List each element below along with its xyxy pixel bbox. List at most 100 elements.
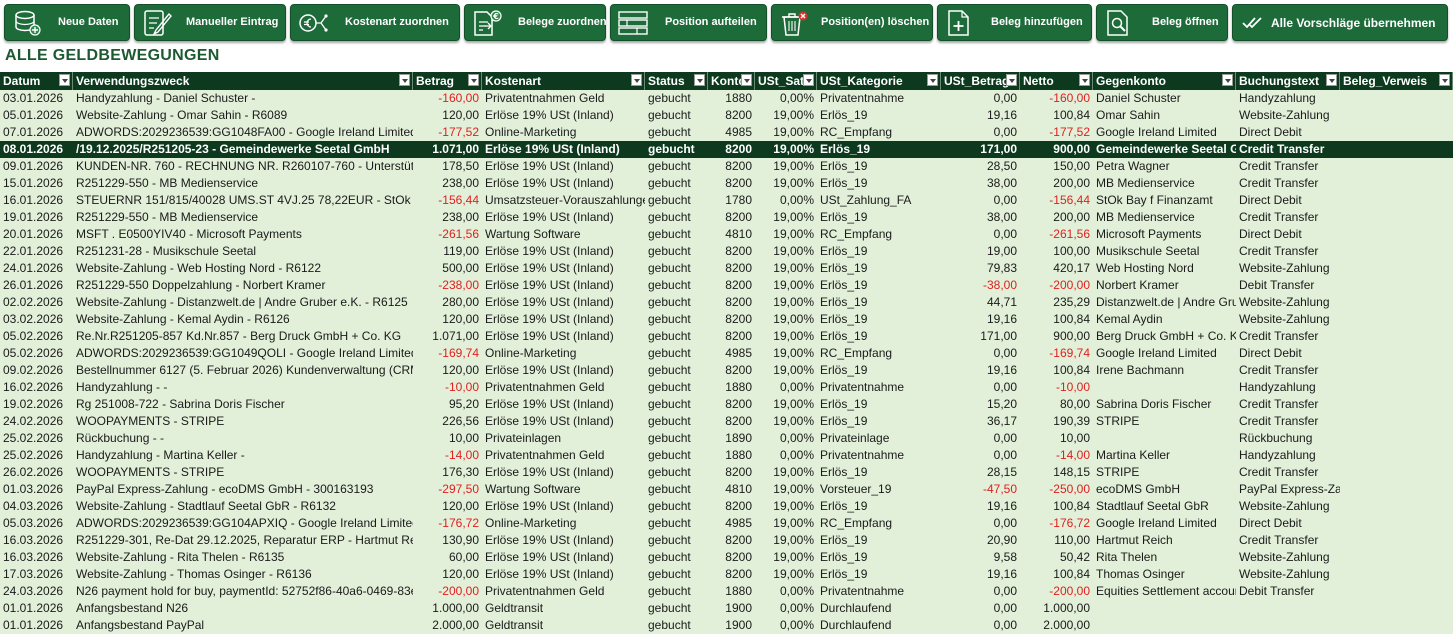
cell-buchungstext[interactable] bbox=[1236, 600, 1340, 617]
cell-buchungstext[interactable]: Direct Debit bbox=[1236, 515, 1340, 532]
filter-dropdown-icon[interactable] bbox=[927, 74, 938, 86]
cell-gegenkonto[interactable]: Thomas Osinger bbox=[1093, 566, 1236, 583]
cell-ust-satz[interactable]: 0,00% bbox=[755, 90, 817, 107]
cell-beleg-verweis[interactable] bbox=[1340, 294, 1453, 311]
cell-ust-kategorie[interactable]: Erlös_19 bbox=[817, 464, 941, 481]
cell-ust-satz[interactable]: 19,00% bbox=[755, 260, 817, 277]
cell-buchungstext[interactable]: Website-Zahlung bbox=[1236, 498, 1340, 515]
cell-ust-betrag[interactable]: 79,83 bbox=[941, 260, 1020, 277]
table-row[interactable]: 16.01.2026 STEUERNR 151/815/40028 UMS.ST … bbox=[0, 192, 1453, 209]
cell-betrag[interactable]: -261,56 bbox=[413, 226, 482, 243]
cell-ust-satz[interactable]: 0,00% bbox=[755, 600, 817, 617]
cell-beleg-verweis[interactable] bbox=[1340, 90, 1453, 107]
cell-gegenkonto[interactable] bbox=[1093, 379, 1236, 396]
cell-betrag[interactable]: 1.071,00 bbox=[413, 141, 482, 158]
cell-konto[interactable]: 8200 bbox=[708, 107, 755, 124]
cell-kostenart[interactable]: Erlöse 19% USt (Inland) bbox=[482, 532, 645, 549]
cell-status[interactable]: gebucht bbox=[645, 243, 708, 260]
cell-netto[interactable]: 50,42 bbox=[1020, 549, 1093, 566]
cell-konto[interactable]: 8200 bbox=[708, 464, 755, 481]
cell-verwendungszweck[interactable]: N26 payment hold for buy, paymentId: 527… bbox=[73, 583, 413, 600]
cell-ust-kategorie[interactable]: Privatentnahme bbox=[817, 379, 941, 396]
cell-beleg-verweis[interactable] bbox=[1340, 447, 1453, 464]
cell-datum[interactable]: 25.02.2026 bbox=[0, 430, 73, 447]
cell-konto[interactable]: 1900 bbox=[708, 617, 755, 634]
cell-konto[interactable]: 1880 bbox=[708, 447, 755, 464]
cell-verwendungszweck[interactable]: Website-Zahlung - Stadtlauf Seetal GbR -… bbox=[73, 498, 413, 515]
cell-ust-kategorie[interactable]: Erlös_19 bbox=[817, 413, 941, 430]
cell-gegenkonto[interactable]: MB Medienservice bbox=[1093, 175, 1236, 192]
table-row[interactable]: 20.01.2026 MSFT . E0500YIV40 - Microsoft … bbox=[0, 226, 1453, 243]
cell-datum[interactable]: 01.03.2026 bbox=[0, 481, 73, 498]
cell-ust-satz[interactable]: 19,00% bbox=[755, 226, 817, 243]
cell-kostenart[interactable]: Geldtransit bbox=[482, 600, 645, 617]
table-row[interactable]: 05.03.2026 ADWORDS:2029236539:GG104APXIQ … bbox=[0, 515, 1453, 532]
table-row[interactable]: 25.02.2026 Rückbuchung - -10,00 Privateinl… bbox=[0, 430, 1453, 447]
filter-dropdown-icon[interactable] bbox=[1222, 74, 1233, 86]
cell-gegenkonto[interactable]: Kemal Aydin bbox=[1093, 311, 1236, 328]
cell-verwendungszweck[interactable]: Rg 251008-722 - Sabrina Doris Fischer bbox=[73, 396, 413, 413]
cell-gegenkonto[interactable] bbox=[1093, 600, 1236, 617]
cell-datum[interactable]: 25.02.2026 bbox=[0, 447, 73, 464]
filter-dropdown-icon[interactable] bbox=[1326, 74, 1337, 86]
cell-netto[interactable]: 1.000,00 bbox=[1020, 600, 1093, 617]
table-row[interactable]: 16.03.2026 Website-Zahlung - Rita Thelen … bbox=[0, 549, 1453, 566]
cell-betrag[interactable]: 119,00 bbox=[413, 243, 482, 260]
cell-ust-betrag[interactable]: 9,58 bbox=[941, 549, 1020, 566]
cell-ust-kategorie[interactable]: Erlös_19 bbox=[817, 107, 941, 124]
cell-konto[interactable]: 8200 bbox=[708, 209, 755, 226]
cell-datum[interactable]: 09.01.2026 bbox=[0, 158, 73, 175]
alle-vorschlaege-button[interactable]: Alle Vorschläge übernehmen bbox=[1232, 4, 1448, 41]
cell-status[interactable]: gebucht bbox=[645, 311, 708, 328]
cell-konto[interactable]: 4810 bbox=[708, 481, 755, 498]
cell-beleg-verweis[interactable] bbox=[1340, 362, 1453, 379]
cell-kostenart[interactable]: Erlöse 19% USt (Inland) bbox=[482, 243, 645, 260]
filter-dropdown-icon[interactable] bbox=[59, 74, 70, 86]
cell-netto[interactable]: -177,52 bbox=[1020, 124, 1093, 141]
cell-betrag[interactable]: -177,52 bbox=[413, 124, 482, 141]
cell-verwendungszweck[interactable]: R251229-301, Re-Dat 29.12.2025, Reparatu… bbox=[73, 532, 413, 549]
cell-ust-betrag[interactable]: 0,00 bbox=[941, 617, 1020, 634]
cell-status[interactable]: gebucht bbox=[645, 583, 708, 600]
table-row[interactable]: 07.01.2026 ADWORDS:2029236539:GG1048FA00 … bbox=[0, 124, 1453, 141]
cell-ust-kategorie[interactable]: RC_Empfang bbox=[817, 226, 941, 243]
cell-beleg-verweis[interactable] bbox=[1340, 260, 1453, 277]
cell-verwendungszweck[interactable]: Anfangsbestand N26 bbox=[73, 600, 413, 617]
cell-datum[interactable]: 08.01.2026 bbox=[0, 141, 73, 158]
filter-dropdown-icon[interactable] bbox=[1006, 74, 1017, 86]
cell-buchungstext[interactable]: Direct Debit bbox=[1236, 226, 1340, 243]
cell-ust-betrag[interactable]: 0,00 bbox=[941, 345, 1020, 362]
cell-buchungstext[interactable]: Rückbuchung bbox=[1236, 430, 1340, 447]
cell-datum[interactable]: 05.02.2026 bbox=[0, 328, 73, 345]
cell-verwendungszweck[interactable]: Rückbuchung - - bbox=[73, 430, 413, 447]
cell-ust-betrag[interactable]: 19,16 bbox=[941, 107, 1020, 124]
cell-konto[interactable]: 8200 bbox=[708, 141, 755, 158]
cell-betrag[interactable]: 120,00 bbox=[413, 498, 482, 515]
manueller-eintrag-button[interactable]: Manueller Eintrag bbox=[134, 4, 286, 41]
cell-gegenkonto[interactable]: Martina Keller bbox=[1093, 447, 1236, 464]
table-row[interactable]: 19.02.2026 Rg 251008-722 - Sabrina Doris … bbox=[0, 396, 1453, 413]
cell-ust-betrag[interactable]: 0,00 bbox=[941, 379, 1020, 396]
cell-netto[interactable]: -176,72 bbox=[1020, 515, 1093, 532]
cell-gegenkonto[interactable]: Google Ireland Limited bbox=[1093, 515, 1236, 532]
cell-beleg-verweis[interactable] bbox=[1340, 617, 1453, 634]
cell-verwendungszweck[interactable]: R251231-28 - Musikschule Seetal bbox=[73, 243, 413, 260]
cell-betrag[interactable]: 500,00 bbox=[413, 260, 482, 277]
cell-verwendungszweck[interactable]: Handyzahlung - Daniel Schuster - bbox=[73, 90, 413, 107]
cell-datum[interactable]: 22.01.2026 bbox=[0, 243, 73, 260]
cell-kostenart[interactable]: Erlöse 19% USt (Inland) bbox=[482, 549, 645, 566]
cell-ust-betrag[interactable]: 0,00 bbox=[941, 90, 1020, 107]
column-header-datum[interactable]: Datum bbox=[0, 72, 73, 90]
cell-ust-satz[interactable]: 19,00% bbox=[755, 328, 817, 345]
cell-beleg-verweis[interactable] bbox=[1340, 175, 1453, 192]
cell-datum[interactable]: 01.01.2026 bbox=[0, 600, 73, 617]
cell-netto[interactable]: 100,84 bbox=[1020, 107, 1093, 124]
cell-buchungstext[interactable]: Debit Transfer bbox=[1236, 583, 1340, 600]
cell-datum[interactable]: 19.02.2026 bbox=[0, 396, 73, 413]
filter-dropdown-icon[interactable] bbox=[631, 74, 642, 86]
cell-verwendungszweck[interactable]: R251229-550 Doppelzahlung - Norbert Kram… bbox=[73, 277, 413, 294]
cell-verwendungszweck[interactable]: KUNDEN-NR. 760 - RECHNUNG NR. R260107-76… bbox=[73, 158, 413, 175]
cell-betrag[interactable]: -10,00 bbox=[413, 379, 482, 396]
cell-datum[interactable]: 05.03.2026 bbox=[0, 515, 73, 532]
table-row[interactable]: 03.01.2026 Handyzahlung - Daniel Schuster… bbox=[0, 90, 1453, 107]
